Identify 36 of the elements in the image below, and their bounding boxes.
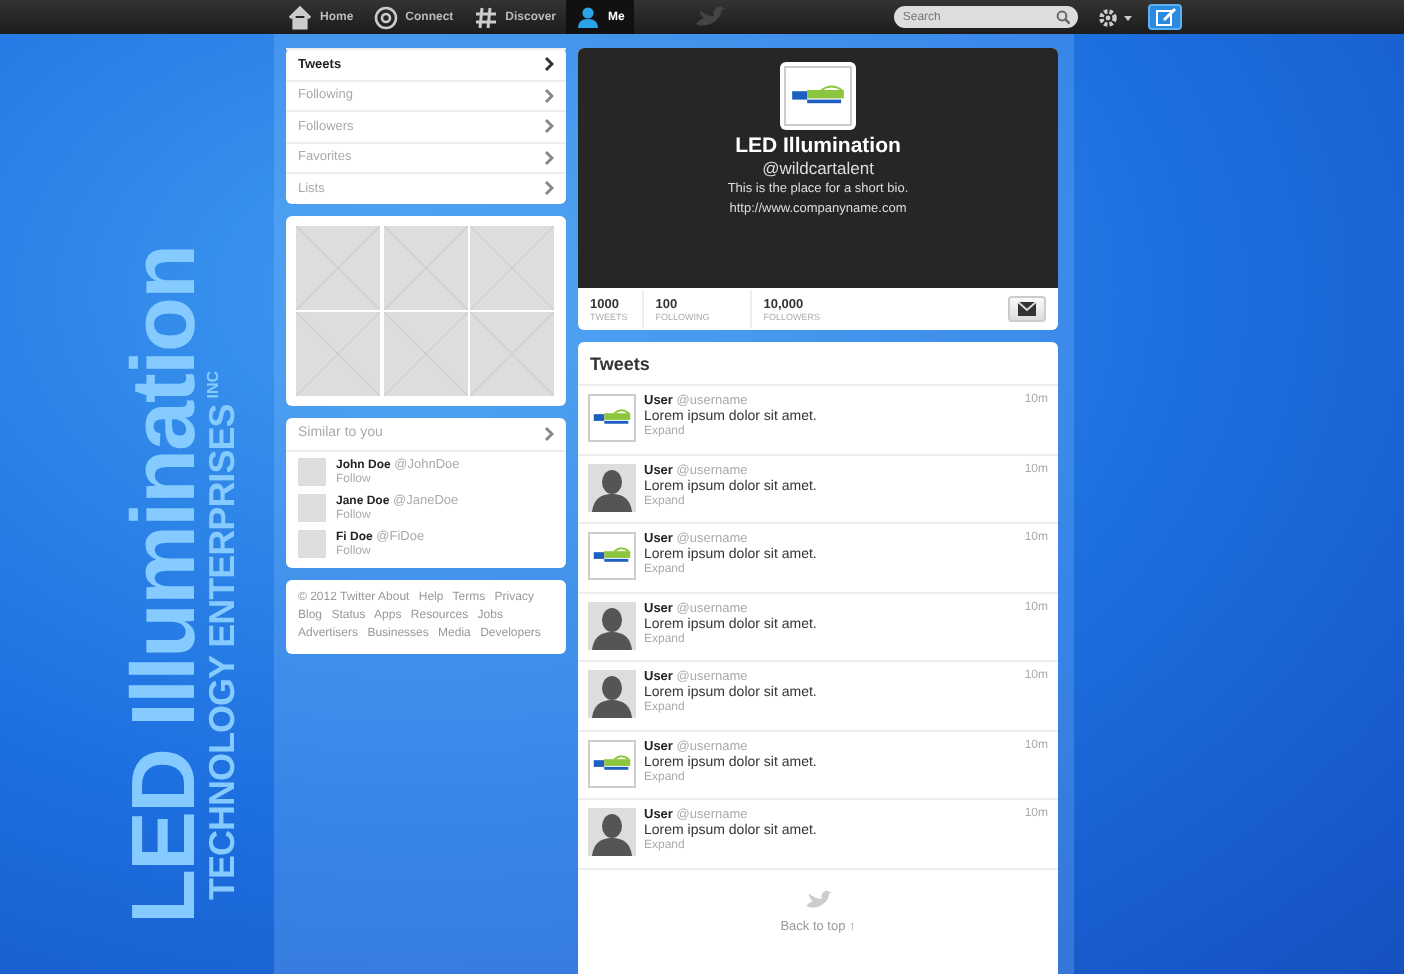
chevron-icon <box>544 425 554 441</box>
person-silhouette-icon <box>588 601 636 649</box>
person-silhouette-icon <box>588 463 636 511</box>
logo-avatar <box>588 532 636 580</box>
brand-suffix: INC <box>204 371 222 399</box>
photo-placeholder <box>296 311 380 395</box>
logo-avatar <box>588 739 636 787</box>
profile-name: LED Illumination <box>735 134 901 158</box>
profile-picture <box>780 62 856 130</box>
photo-placeholder <box>470 311 555 395</box>
avatar-placeholder <box>298 493 326 521</box>
avatar-placeholder <box>298 457 326 485</box>
photo-placeholder <box>383 311 468 395</box>
message-button[interactable] <box>1008 296 1046 322</box>
photo-placeholder <box>383 225 468 309</box>
section-title: Tweets <box>578 342 1058 386</box>
person-icon <box>576 5 601 29</box>
at-sign-icon <box>373 5 398 29</box>
avatar-placeholder <box>298 529 326 557</box>
bird-icon <box>804 889 832 911</box>
profile-handle: @wildcartalent <box>762 158 874 178</box>
person-silhouette-icon <box>588 808 636 856</box>
gear-icon[interactable] <box>1098 7 1135 27</box>
brand-title: LED Illumination <box>124 246 204 924</box>
hash-icon <box>473 5 498 29</box>
search-icon[interactable] <box>1056 10 1071 24</box>
home-icon <box>288 5 312 29</box>
photo-placeholder <box>470 225 555 309</box>
photo-placeholder <box>296 225 380 309</box>
compose-button[interactable] <box>1148 4 1183 30</box>
brand-subtitle: TECHNOLOGY ENTERPRISES <box>204 404 240 900</box>
logo-avatar <box>588 394 636 442</box>
pencil-icon <box>1155 8 1176 26</box>
person-silhouette-icon <box>588 670 636 718</box>
envelope-icon <box>1018 302 1036 316</box>
bird-icon <box>694 5 727 29</box>
